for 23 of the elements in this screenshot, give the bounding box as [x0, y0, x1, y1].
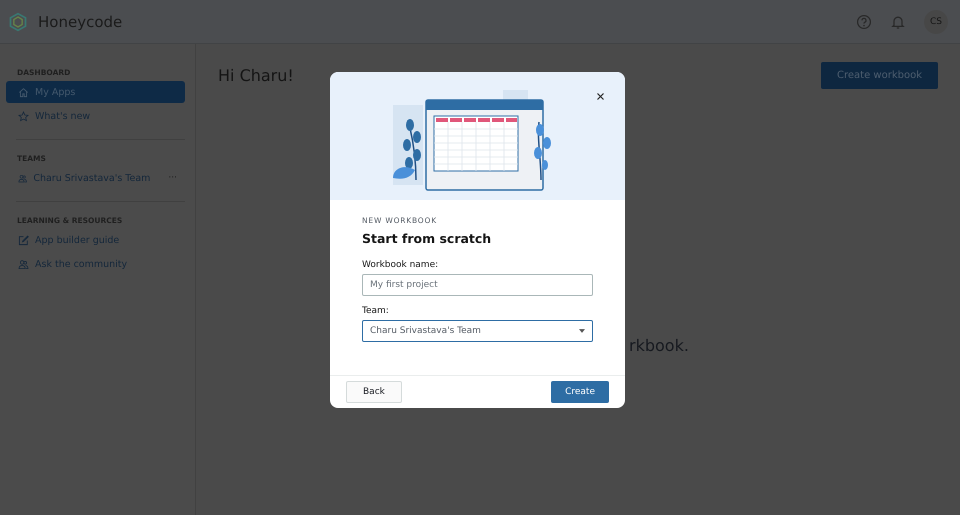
team-dropdown[interactable]: Charu Srivastava's Team — [362, 320, 593, 342]
sidebar-item[interactable]: Ask the community — [6, 253, 185, 275]
field-label: Team: — [362, 306, 390, 316]
create-workbook-button[interactable]: Create workbook — [821, 62, 938, 89]
help-icon[interactable] — [856, 14, 872, 30]
notification-bell-icon[interactable] — [890, 14, 906, 30]
field-label: Workbook name: — [362, 260, 440, 270]
close-icon[interactable] — [596, 92, 605, 101]
people-icon — [18, 172, 28, 184]
workbook-name-field[interactable]: My first project — [362, 274, 593, 296]
hexagon-logo-icon — [8, 12, 28, 32]
home-icon — [18, 86, 29, 98]
people-icon — [18, 258, 29, 270]
star-icon — [18, 110, 29, 122]
back-button[interactable]: Back — [346, 381, 402, 403]
sidebar-item[interactable]: What's new — [6, 105, 185, 127]
edit-icon — [18, 234, 29, 246]
sidebar-item[interactable]: App builder guide — [6, 229, 185, 251]
caret-icon — [579, 329, 585, 333]
create-button[interactable]: Create — [551, 381, 609, 403]
more-options-button[interactable]: ··· — [168, 173, 177, 183]
sidebar-item[interactable]: Charu Srivastava's Team ··· — [6, 167, 185, 189]
dialog-title: Start from scratch — [362, 231, 492, 246]
